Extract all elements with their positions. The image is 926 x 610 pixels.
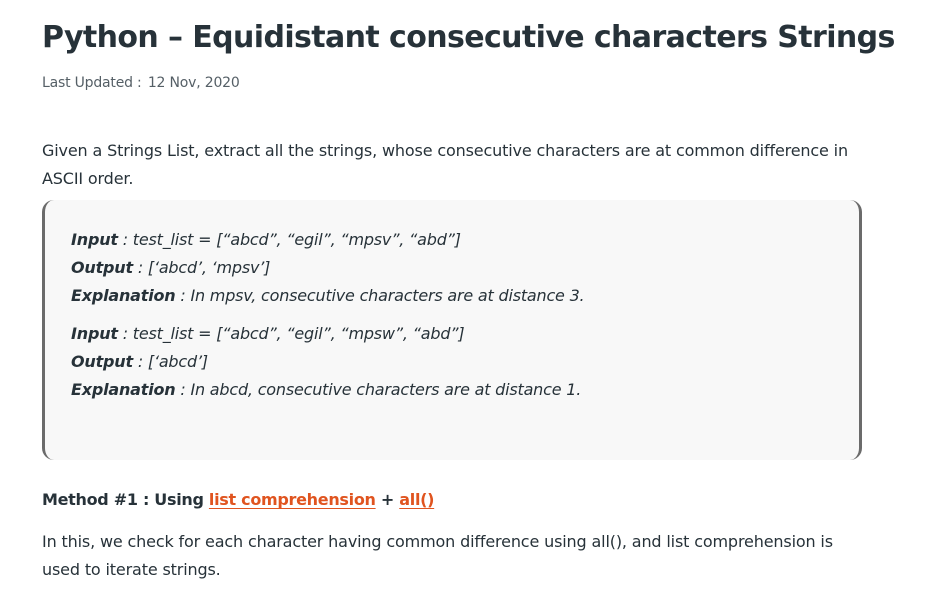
example-input-line: Input : test_list = [“abcd”, “egil”, “mp… bbox=[71, 320, 581, 348]
last-updated: Last Updated : 12 Nov, 2020 bbox=[42, 75, 240, 91]
method-description: In this, we check for each character hav… bbox=[42, 532, 833, 579]
output-value: : [‘abcd’] bbox=[132, 352, 208, 371]
explanation-key: Explanation bbox=[71, 380, 176, 399]
input-value: : test_list = [“abcd”, “egil”, “mpsw”, “… bbox=[117, 324, 465, 343]
last-updated-date: 12 Nov, 2020 bbox=[147, 75, 240, 91]
example-input-line: Input : test_list = [“abcd”, “egil”, “mp… bbox=[71, 226, 584, 254]
explanation-key: Explanation bbox=[71, 286, 176, 305]
example-box: Input : test_list = [“abcd”, “egil”, “mp… bbox=[42, 200, 862, 460]
output-value: : [‘abcd’, ‘mpsv’] bbox=[132, 258, 271, 277]
example-explanation-line: Explanation : In mpsv, consecutive chara… bbox=[71, 282, 585, 310]
input-key: Input bbox=[71, 230, 118, 249]
last-updated-label: Last Updated : bbox=[42, 75, 142, 91]
output-key: Output bbox=[71, 258, 133, 277]
method-prefix: Method #1 : Using bbox=[42, 490, 209, 509]
explanation-value: : In abcd, consecutive characters are at… bbox=[175, 380, 582, 399]
input-key: Input bbox=[71, 324, 118, 343]
example-group-1: Input : test_list = [“abcd”, “egil”, “mp… bbox=[71, 226, 585, 310]
intro-paragraph: Given a Strings List, extract all the st… bbox=[42, 141, 848, 188]
page-title: Python – Equidistant consecutive charact… bbox=[42, 20, 895, 55]
example-group-2: Input : test_list = [“abcd”, “egil”, “mp… bbox=[71, 320, 581, 404]
example-output-line: Output : [‘abcd’] bbox=[71, 348, 581, 376]
list-comprehension-link[interactable]: list comprehension bbox=[209, 490, 376, 509]
output-key: Output bbox=[71, 352, 133, 371]
all-function-link[interactable]: all() bbox=[399, 490, 434, 509]
explanation-value: : In mpsv, consecutive characters are at… bbox=[175, 286, 585, 305]
input-value: : test_list = [“abcd”, “egil”, “mpsv”, “… bbox=[117, 230, 461, 249]
example-explanation-line: Explanation : In abcd, consecutive chara… bbox=[71, 376, 581, 404]
method-heading: Method #1 : Using list comprehension + a… bbox=[42, 490, 434, 509]
example-output-line: Output : [‘abcd’, ‘mpsv’] bbox=[71, 254, 584, 282]
method-joiner: + bbox=[375, 490, 400, 509]
